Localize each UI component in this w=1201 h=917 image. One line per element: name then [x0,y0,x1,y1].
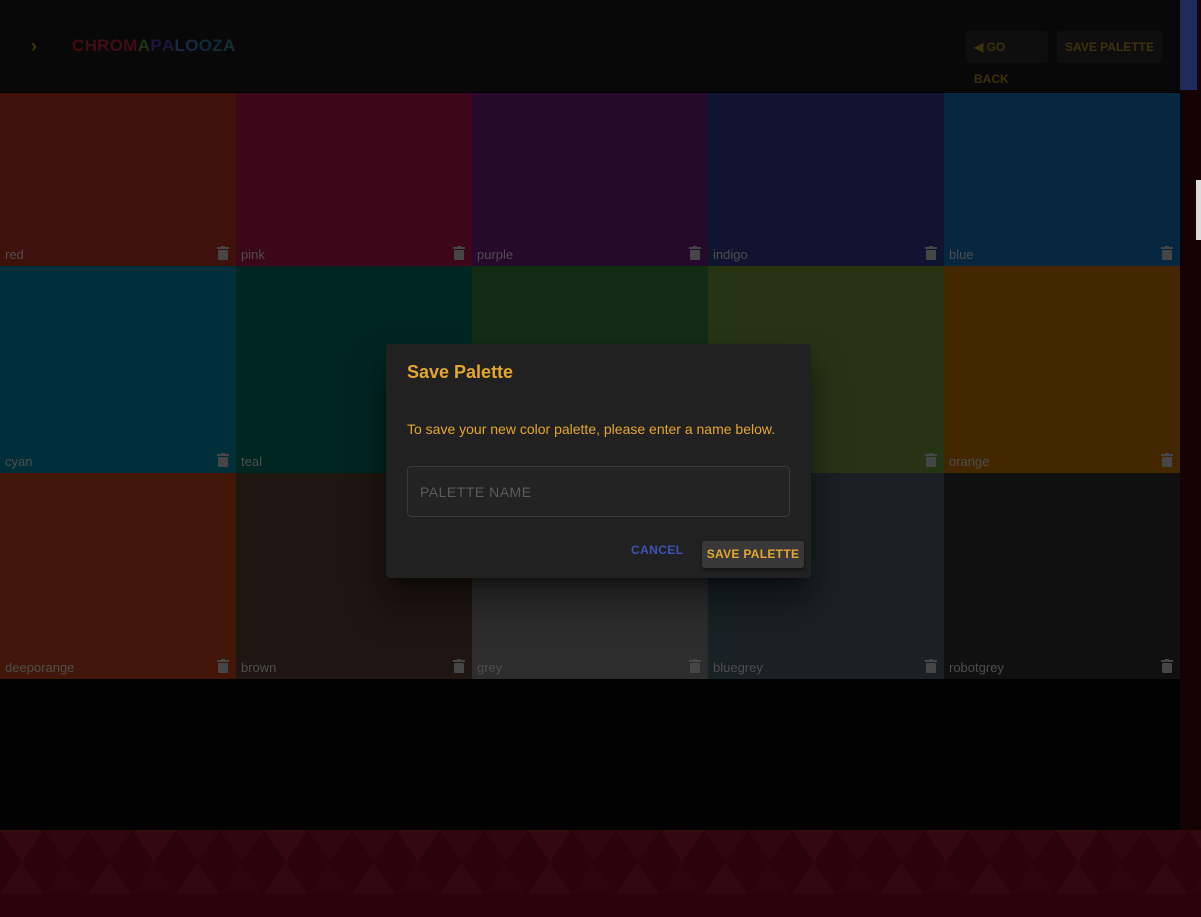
scrollbar-track[interactable] [1180,0,1201,917]
background-pattern [0,830,1201,917]
cancel-button[interactable]: CANCEL [631,543,683,557]
dialog-description: To save your new color palette, please e… [407,421,776,437]
dialog-save-palette-button[interactable]: SAVE PALETTE [702,541,804,568]
scrollbar-thumb[interactable] [1180,0,1197,90]
palette-name-input[interactable] [407,466,790,517]
scrollbar-handle[interactable] [1196,180,1201,240]
save-palette-dialog: Save Palette To save your new color pale… [386,344,811,578]
dialog-title: Save Palette [407,362,514,382]
app-root: › CHROMAPALOOZA ◀ GO BACK SAVE PALETTE r… [0,0,1180,830]
